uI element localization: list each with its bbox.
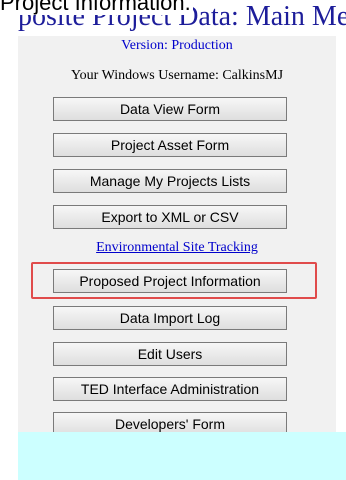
caption-text: Project Information. [0, 0, 193, 15]
edit-users-button[interactable]: Edit Users [53, 342, 287, 366]
username-label: Your Windows Username: [70, 68, 219, 83]
proposed-project-information-button[interactable]: Proposed Project Information [53, 269, 287, 293]
version-label: Version: [121, 38, 168, 53]
data-import-log-button[interactable]: Data Import Log [53, 306, 287, 330]
project-asset-form-button[interactable]: Project Asset Form [53, 133, 287, 157]
window-title-strip: posite Project Data: Main Me Project Inf… [0, 0, 346, 40]
username-value: CalkinsMJ [222, 68, 284, 83]
environmental-site-tracking-link[interactable]: Environmental Site Tracking [18, 240, 336, 256]
username-line: Your Windows Username: CalkinsMJ [18, 68, 336, 84]
export-xml-csv-button[interactable]: Export to XML or CSV [53, 205, 287, 229]
version-value: Production [171, 38, 233, 53]
ted-interface-admin-button[interactable]: TED Interface Administration [53, 377, 287, 401]
data-view-form-button[interactable]: Data View Form [53, 97, 287, 121]
main-menu-panel [18, 36, 336, 432]
footer-band [18, 432, 346, 480]
manage-projects-lists-button[interactable]: Manage My Projects Lists [53, 169, 287, 193]
version-line: Version: Production [18, 38, 336, 54]
